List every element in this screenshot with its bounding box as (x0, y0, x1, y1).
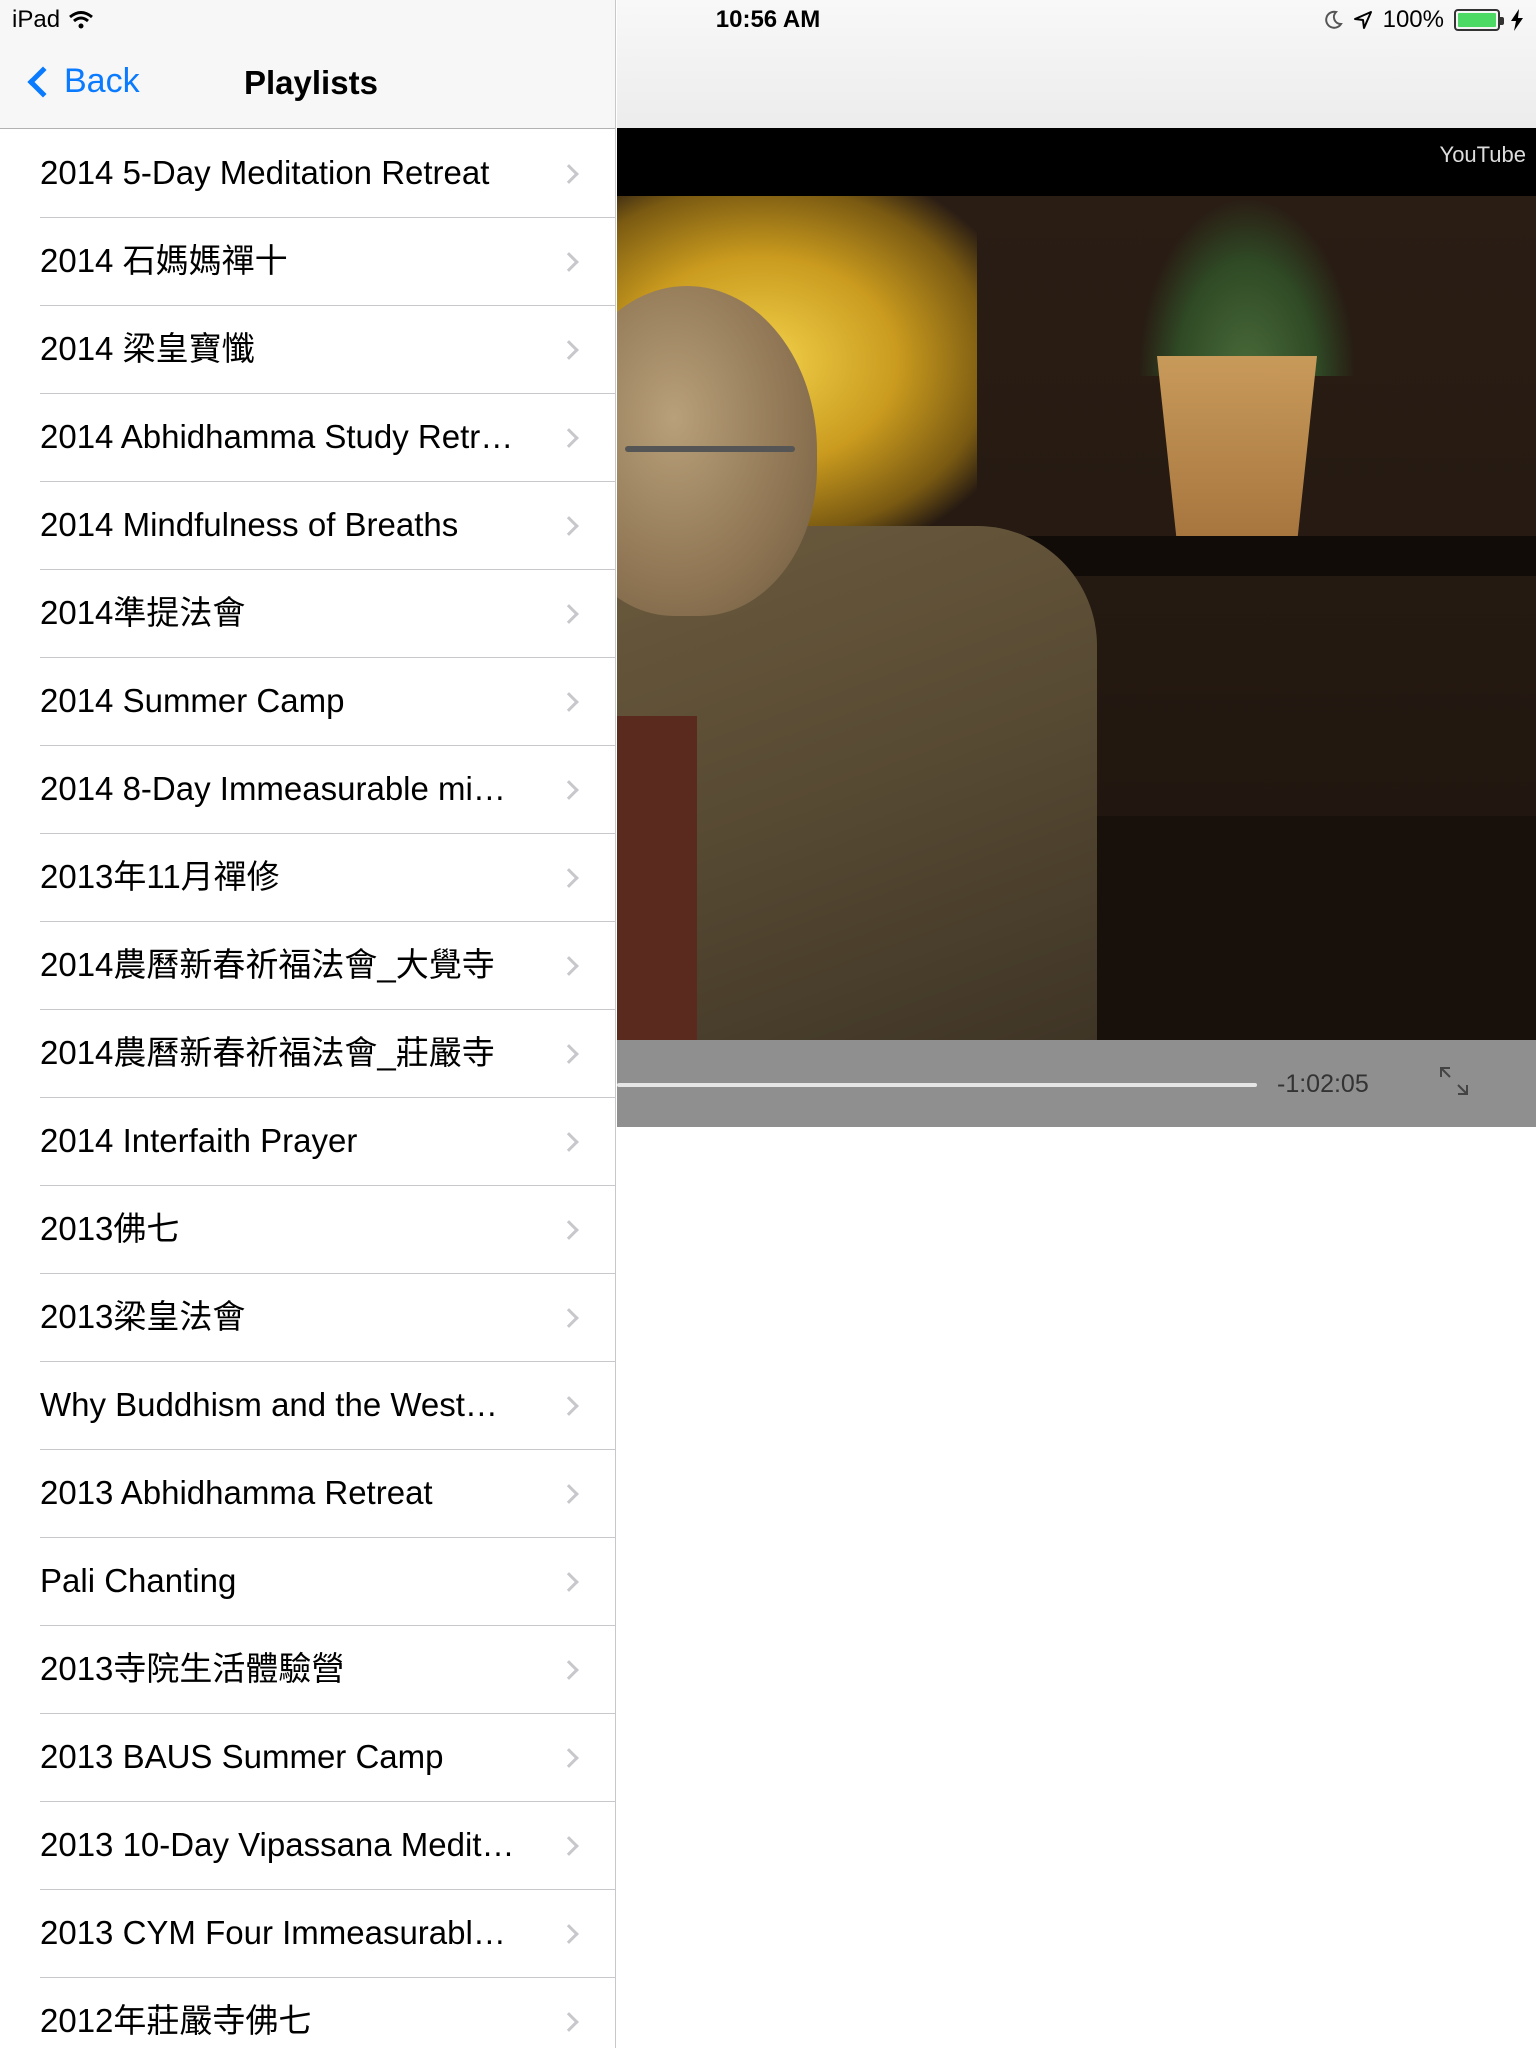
playlist-row[interactable]: 2014準提法會 (0, 570, 615, 658)
playlist-row[interactable]: 2014 梁皇寶懺 (0, 306, 615, 394)
playlist-row-label: 2014 石媽媽禪十 (40, 242, 288, 279)
playlist-row[interactable]: 2014 Abhidhamma Study Retr… (0, 394, 615, 482)
chevron-right-icon (559, 1748, 579, 1768)
playlist-row-label: 2014 梁皇寶懺 (40, 330, 255, 367)
playlist-row-label: 2014 8-Day Immeasurable mi… (40, 770, 506, 807)
playlist-row[interactable]: 2014 5-Day Meditation Retreat (0, 130, 615, 218)
playlist-row-label: 2014 Interfaith Prayer (40, 1122, 358, 1159)
page-title: Playlists (244, 64, 378, 101)
chevron-right-icon (559, 1220, 579, 1240)
playlist-row[interactable]: 2013 10-Day Vipassana Medit… (0, 1802, 615, 1890)
chevron-right-icon (559, 1924, 579, 1944)
chevron-right-icon (559, 1660, 579, 1680)
playlist-row-label: 2013 Abhidhamma Retreat (40, 1474, 433, 1511)
playlist-row-label: 2014 Abhidhamma Study Retr… (40, 418, 514, 455)
youtube-label: YouTube (1439, 142, 1526, 167)
video-controls: -1:02:05 (617, 1040, 1536, 1127)
playlist-row[interactable]: 2013年11月禪修 (0, 834, 615, 922)
chevron-right-icon (559, 428, 579, 448)
playlist-row-label: 2014 Summer Camp (40, 682, 345, 719)
playlist-row[interactable]: Why Buddhism and the West… (0, 1362, 615, 1450)
playlist-row-label: 2013佛七 (40, 1210, 180, 1247)
playlist-row[interactable]: 2014農曆新春祈福法會_莊嚴寺 (0, 1010, 615, 1098)
battery-fill (1458, 13, 1496, 27)
chevron-right-icon (559, 868, 579, 888)
charging-bolt-icon (1511, 9, 1523, 31)
playlist-row[interactable]: 2014 Interfaith Prayer (0, 1098, 615, 1186)
chevron-right-icon (559, 1396, 579, 1416)
playlist-row-label: 2014準提法會 (40, 594, 246, 631)
playlist-row[interactable]: 2013 CYM Four Immeasurabl… (0, 1890, 615, 1978)
playlist-row-label: 2014 5-Day Meditation Retreat (40, 154, 490, 191)
chevron-right-icon (559, 340, 579, 360)
playlist-row-label: 2013年11月禪修 (40, 858, 280, 895)
wifi-icon (69, 11, 93, 29)
playlist-row-label: 2012年莊嚴寺佛七 (40, 2002, 312, 2039)
chevron-right-icon (559, 2012, 579, 2032)
playlist-row[interactable]: 2013梁皇法會 (0, 1274, 615, 1362)
status-time: 10:56 AM (715, 6, 821, 33)
time-remaining: -1:02:05 (1277, 1070, 1369, 1098)
playlist-row[interactable]: 2013佛七 (0, 1186, 615, 1274)
playlist-row[interactable]: 2013 Abhidhamma Retreat (0, 1450, 615, 1538)
chevron-right-icon (559, 164, 579, 184)
playlist-row-label: 2013 BAUS Summer Camp (40, 1738, 444, 1775)
progress-scrubber[interactable] (617, 1083, 1257, 1087)
device-label: iPad (12, 6, 61, 33)
expand-icon[interactable] (1437, 1064, 1471, 1098)
playlists-pane: Back Playlists 2014 5-Day Meditation Ret… (0, 0, 616, 2048)
playlist-row[interactable]: 2014 8-Day Immeasurable mi… (0, 746, 615, 834)
chevron-right-icon (559, 604, 579, 624)
monk-glasses (625, 446, 795, 452)
chevron-right-icon (559, 1308, 579, 1328)
chevron-right-icon (559, 1484, 579, 1504)
chevron-right-icon (559, 1836, 579, 1856)
playlist-row[interactable]: 2013寺院生活體驗營 (0, 1626, 615, 1714)
back-button[interactable]: Back (22, 62, 140, 101)
chevron-right-icon (559, 252, 579, 272)
playlist-row-label: 2014農曆新春祈福法會_大覺寺 (40, 946, 495, 983)
chevron-right-icon (559, 956, 579, 976)
playlist-row-label: 2013 10-Day Vipassana Medit… (40, 1826, 515, 1863)
playlist-row[interactable]: Pali Chanting (0, 1538, 615, 1626)
video-header: YouTube (617, 128, 1536, 196)
status-bar: iPad 10:56 AM 100% (0, 0, 1536, 40)
playlist-row-label: Why Buddhism and the West… (40, 1386, 498, 1423)
playlist-row[interactable]: 2014 石媽媽禪十 (0, 218, 615, 306)
playlist-row[interactable]: 2014農曆新春祈福法會_大覺寺 (0, 922, 615, 1010)
playlist-row[interactable]: 2014 Summer Camp (0, 658, 615, 746)
back-label: Back (64, 62, 140, 100)
location-arrow-icon (1353, 11, 1372, 29)
battery-percent: 100% (1382, 6, 1444, 33)
playlist-row-label: 2013梁皇法會 (40, 1298, 246, 1335)
playlist-row[interactable]: 2013 BAUS Summer Camp (0, 1714, 615, 1802)
chevron-right-icon (559, 516, 579, 536)
playlist-row-label: 2013寺院生活體驗營 (40, 1650, 345, 1687)
chevron-left-icon (27, 65, 59, 98)
battery-icon (1454, 9, 1504, 31)
chevron-right-icon (559, 1044, 579, 1064)
chevron-right-icon (559, 692, 579, 712)
chevron-right-icon (559, 1572, 579, 1592)
chevron-right-icon (559, 780, 579, 800)
playlist-row-label: Pali Chanting (40, 1562, 237, 1599)
plant-pot (1157, 356, 1317, 536)
playlist-row-label: 2014農曆新春祈福法會_莊嚴寺 (40, 1034, 495, 1071)
playlist-row-label: 2013 CYM Four Immeasurabl… (40, 1914, 506, 1951)
moon-icon (1324, 10, 1343, 29)
playlist-row[interactable]: 2012年莊嚴寺佛七 (0, 1978, 615, 2048)
playlist-row[interactable]: 2014 Mindfulness of Breaths (0, 482, 615, 570)
plant-leaves (1137, 196, 1357, 376)
chevron-right-icon (559, 1132, 579, 1152)
playlist-list: 2014 5-Day Meditation Retreat 2014 石媽媽禪十 2… (0, 130, 615, 2048)
video-frame[interactable] (617, 196, 1536, 1040)
playlist-row-label: 2014 Mindfulness of Breaths (40, 506, 459, 543)
monk-inner-robe (617, 716, 697, 1040)
